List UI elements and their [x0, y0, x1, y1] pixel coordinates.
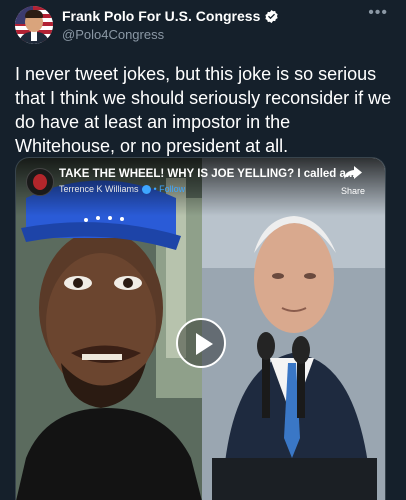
- more-options-icon[interactable]: •••: [368, 4, 388, 22]
- verified-badge-icon: [265, 9, 278, 23]
- author-name-row: Frank Polo For U.S. Congress: [62, 8, 279, 24]
- video-embed[interactable]: TAKE THE WHEEL! WHY IS JOE YELLING? I ca…: [15, 157, 386, 500]
- channel-verified-icon: [141, 184, 151, 194]
- profile-avatar[interactable]: [15, 6, 53, 44]
- channel-info: Terrence K Williams • Follow: [59, 184, 185, 194]
- video-header-overlay: TAKE THE WHEEL! WHY IS JOE YELLING? I ca…: [16, 158, 385, 216]
- channel-name[interactable]: Terrence K Williams: [59, 184, 139, 194]
- tweet-text: I never tweet jokes, but this joke is so…: [15, 64, 392, 156]
- video-title[interactable]: TAKE THE WHEEL! WHY IS JOE YELLING? I ca…: [59, 168, 356, 180]
- share-arrow-icon: [344, 166, 362, 179]
- play-button[interactable]: [176, 318, 226, 368]
- author-display-name[interactable]: Frank Polo For U.S. Congress: [62, 8, 260, 24]
- share-button[interactable]: Share: [335, 166, 371, 196]
- author-handle[interactable]: @Polo4Congress: [62, 27, 164, 42]
- channel-avatar[interactable]: [26, 168, 54, 196]
- follow-link[interactable]: • Follow: [154, 184, 186, 194]
- share-label: Share: [340, 186, 366, 196]
